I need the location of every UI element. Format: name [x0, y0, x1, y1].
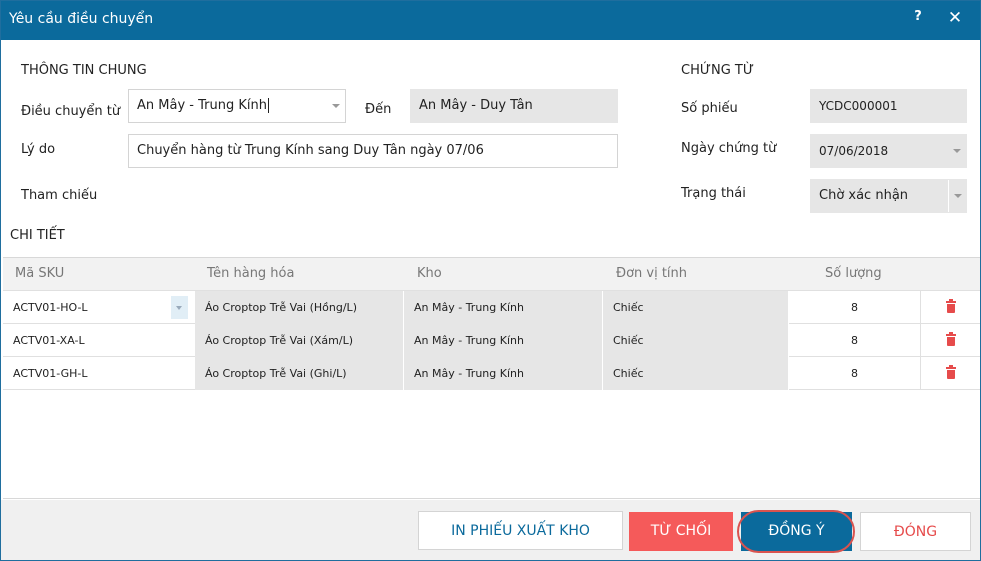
dialog-footer: IN PHIẾU XUẤT KHO TỪ CHỐI ĐỒNG Ý ĐÓNG	[1, 500, 980, 560]
unit-cell: Chiếc	[603, 357, 789, 390]
voucher-number-label: Số phiếu	[681, 101, 738, 116]
unit-cell: Chiếc	[603, 291, 789, 324]
status-value: Chờ xác nhận	[819, 188, 909, 203]
sku-cell[interactable]: ACTV01-HO-L	[3, 291, 195, 324]
column-header-quantity: Số lượng	[825, 266, 882, 281]
close-button[interactable]: ĐÓNG	[860, 512, 971, 551]
delete-row-icon[interactable]	[946, 332, 956, 346]
warehouse-cell: An Mây - Trung Kính	[404, 324, 603, 357]
print-export-slip-button[interactable]: IN PHIẾU XUẤT KHO	[418, 511, 623, 550]
chevron-down-icon[interactable]	[948, 135, 966, 167]
voucher-date-picker[interactable]: 07/06/2018	[810, 134, 967, 168]
to-warehouse-field: An Mây - Duy Tân	[410, 89, 618, 123]
quantity-cell[interactable]: 8	[789, 291, 921, 324]
column-header-unit: Đơn vị tính	[616, 266, 688, 281]
voucher-section-title: CHỨNG TỪ	[681, 63, 755, 78]
column-header-warehouse: Kho	[417, 266, 442, 281]
warehouse-cell: An Mây - Trung Kính	[404, 357, 603, 390]
column-header-name: Tên hàng hóa	[207, 266, 295, 281]
quantity-cell[interactable]: 8	[789, 357, 921, 390]
dialog-title: Yêu cầu điều chuyển	[9, 11, 154, 27]
close-icon[interactable]: ✕	[945, 8, 965, 30]
accept-button[interactable]: ĐỒNG Ý	[741, 512, 852, 551]
table-row: ACTV01-XA-L Áo Croptop Trễ Vai (Xám/L) A…	[3, 324, 980, 357]
chevron-down-icon[interactable]	[327, 90, 345, 122]
from-label: Điều chuyển từ	[21, 104, 121, 119]
general-section-title: THÔNG TIN CHUNG	[21, 63, 147, 78]
column-header-sku: Mã SKU	[15, 266, 65, 281]
help-icon[interactable]: ?	[910, 9, 926, 29]
delete-row-icon[interactable]	[946, 365, 956, 379]
from-warehouse-value: An Mây - Trung Kính	[137, 98, 267, 113]
chevron-down-icon[interactable]	[171, 296, 188, 319]
delete-row-icon[interactable]	[946, 299, 956, 313]
table-row: ACTV01-GH-L Áo Croptop Trễ Vai (Ghi/L) A…	[3, 357, 980, 390]
chevron-down-icon[interactable]	[948, 180, 966, 212]
status-select[interactable]: Chờ xác nhận	[810, 179, 967, 213]
sku-value: ACTV01-HO-L	[13, 301, 88, 314]
product-name-cell: Áo Croptop Trễ Vai (Ghi/L)	[195, 357, 404, 390]
reason-input[interactable]: Chuyển hàng từ Trung Kính sang Duy Tân n…	[128, 134, 618, 168]
reference-label: Tham chiếu	[21, 188, 98, 203]
reject-button[interactable]: TỪ CHỐI	[629, 512, 733, 551]
voucher-date-label: Ngày chứng từ	[681, 141, 777, 156]
product-name-cell: Áo Croptop Trễ Vai (Hồng/L)	[195, 291, 404, 324]
from-warehouse-select[interactable]: An Mây - Trung Kính	[128, 89, 346, 123]
voucher-date-value: 07/06/2018	[819, 144, 889, 158]
table-row: ACTV01-HO-L Áo Croptop Trễ Vai (Hồng/L) …	[3, 291, 980, 324]
sku-cell[interactable]: ACTV01-XA-L	[3, 324, 195, 357]
text-cursor	[267, 98, 269, 113]
product-name-cell: Áo Croptop Trễ Vai (Xám/L)	[195, 324, 404, 357]
quantity-cell[interactable]: 8	[789, 324, 921, 357]
to-label: Đến	[365, 102, 392, 117]
warehouse-cell: An Mây - Trung Kính	[404, 291, 603, 324]
voucher-number-field: YCDC000001	[810, 89, 967, 123]
reason-label: Lý do	[21, 142, 56, 157]
status-label: Trạng thái	[681, 186, 746, 201]
grid-header: Mã SKU Tên hàng hóa Kho Đơn vị tính Số l…	[3, 258, 980, 291]
unit-cell: Chiếc	[603, 324, 789, 357]
details-section-title: CHI TIẾT	[10, 228, 65, 243]
details-grid: Mã SKU Tên hàng hóa Kho Đơn vị tính Số l…	[3, 257, 980, 499]
dialog-titlebar: Yêu cầu điều chuyển ? ✕	[1, 1, 980, 40]
sku-cell[interactable]: ACTV01-GH-L	[3, 357, 195, 390]
transfer-request-dialog: Yêu cầu điều chuyển ? ✕ THÔNG TIN CHUNG …	[0, 0, 981, 561]
